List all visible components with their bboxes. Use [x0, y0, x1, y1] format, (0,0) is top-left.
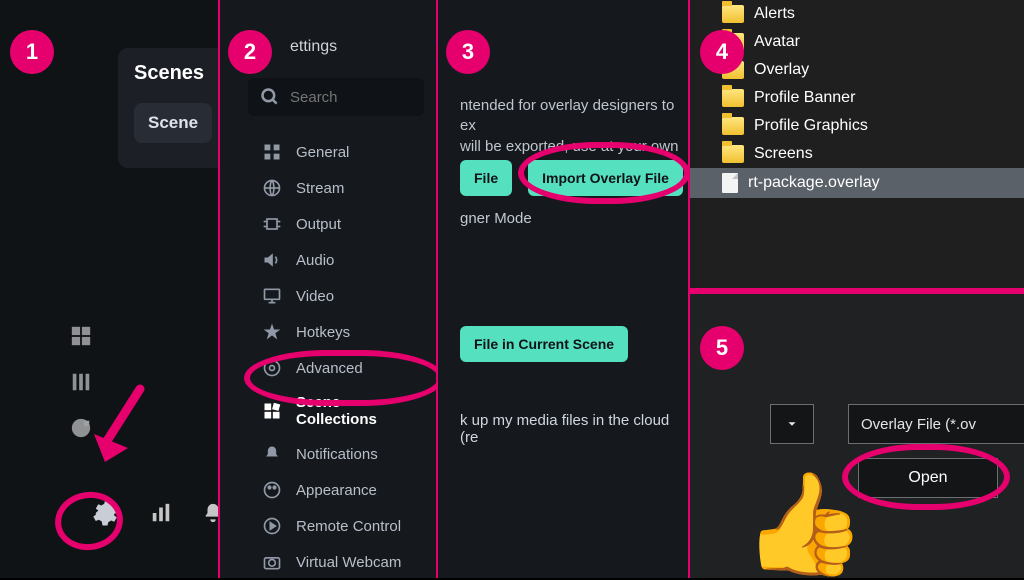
folder-row[interactable]: Profile Graphics — [690, 112, 1024, 140]
file-icon — [722, 173, 738, 193]
panel-step-2: ettings General Stream Output Audio Vide… — [218, 0, 436, 578]
folder-row[interactable]: Alerts — [690, 0, 1024, 28]
star-icon — [262, 322, 282, 342]
folder-icon — [722, 117, 744, 135]
step-badge-2: 2 — [228, 30, 272, 74]
collections-icon — [262, 401, 282, 421]
annotation-circle-scene-collections — [244, 350, 436, 406]
monitor-icon — [262, 286, 282, 306]
settings-window-title: ettings — [290, 38, 337, 56]
filename-dropdown[interactable] — [770, 404, 814, 444]
chevron-down-icon — [785, 417, 799, 431]
scenes-card: Scenes Scene — [118, 48, 218, 168]
file-row-selected[interactable]: rt-package.overlay — [690, 168, 1024, 198]
stats-icon[interactable] — [150, 502, 172, 524]
file-type-filter[interactable]: Overlay File (*.ov — [848, 404, 1024, 444]
folder-icon — [722, 89, 744, 107]
file-list: Alerts Avatar Overlay Profile Banner Pro… — [690, 0, 1024, 198]
search-icon — [260, 87, 280, 107]
bell-icon[interactable] — [202, 502, 218, 524]
bars-icon[interactable] — [70, 371, 92, 393]
grid-small-icon — [262, 142, 282, 162]
nav-output[interactable]: Output — [248, 206, 432, 242]
play-circle-icon — [262, 516, 282, 536]
grid-icon[interactable] — [70, 325, 92, 347]
camera-icon — [262, 552, 282, 572]
step-badge-5: 5 — [700, 326, 744, 370]
nav-video[interactable]: Video — [248, 278, 432, 314]
step-badge-4: 4 — [700, 30, 744, 74]
folder-row[interactable]: Screens — [690, 140, 1024, 168]
speaker-icon — [262, 250, 282, 270]
nav-notifications[interactable]: Notifications — [248, 436, 432, 472]
panel-step-3: ntended for overlay designers to ex will… — [436, 0, 688, 578]
dashboard-icon[interactable] — [70, 417, 92, 439]
scene-tab[interactable]: Scene — [134, 103, 212, 143]
step-badge-3: 3 — [446, 30, 490, 74]
globe-icon — [262, 178, 282, 198]
folder-icon — [722, 5, 744, 23]
nav-remote-control[interactable]: Remote Control — [248, 508, 432, 544]
step-badge-1: 1 — [10, 30, 54, 74]
cloud-backup-label: k up my media files in the cloud (re — [460, 412, 684, 446]
import-widget-button[interactable]: File in Current Scene — [460, 326, 628, 362]
search-input[interactable] — [290, 89, 436, 106]
bell-small-icon — [262, 444, 282, 464]
nav-hotkeys[interactable]: Hotkeys — [248, 314, 432, 350]
nav-audio[interactable]: Audio — [248, 242, 432, 278]
panel-step-1: Scenes Scene — [0, 0, 218, 578]
nav-virtual-webcam[interactable]: Virtual Webcam — [248, 544, 432, 578]
designer-mode-label: gner Mode — [460, 210, 684, 227]
left-icon-rail — [70, 325, 92, 439]
annotation-arrow-icon — [90, 384, 150, 474]
nav-appearance[interactable]: Appearance — [248, 472, 432, 508]
settings-search[interactable] — [248, 78, 424, 116]
nav-stream[interactable]: Stream — [248, 170, 432, 206]
folder-row[interactable]: Profile Banner — [690, 84, 1024, 112]
export-file-button[interactable]: File — [460, 160, 512, 196]
chip-icon — [262, 214, 282, 234]
nav-general[interactable]: General — [248, 134, 432, 170]
folder-icon — [722, 145, 744, 163]
annotation-circle-open — [842, 444, 1010, 510]
annotation-circle-import — [518, 142, 688, 204]
palette-icon — [262, 480, 282, 500]
scenes-heading: Scenes — [134, 62, 218, 85]
